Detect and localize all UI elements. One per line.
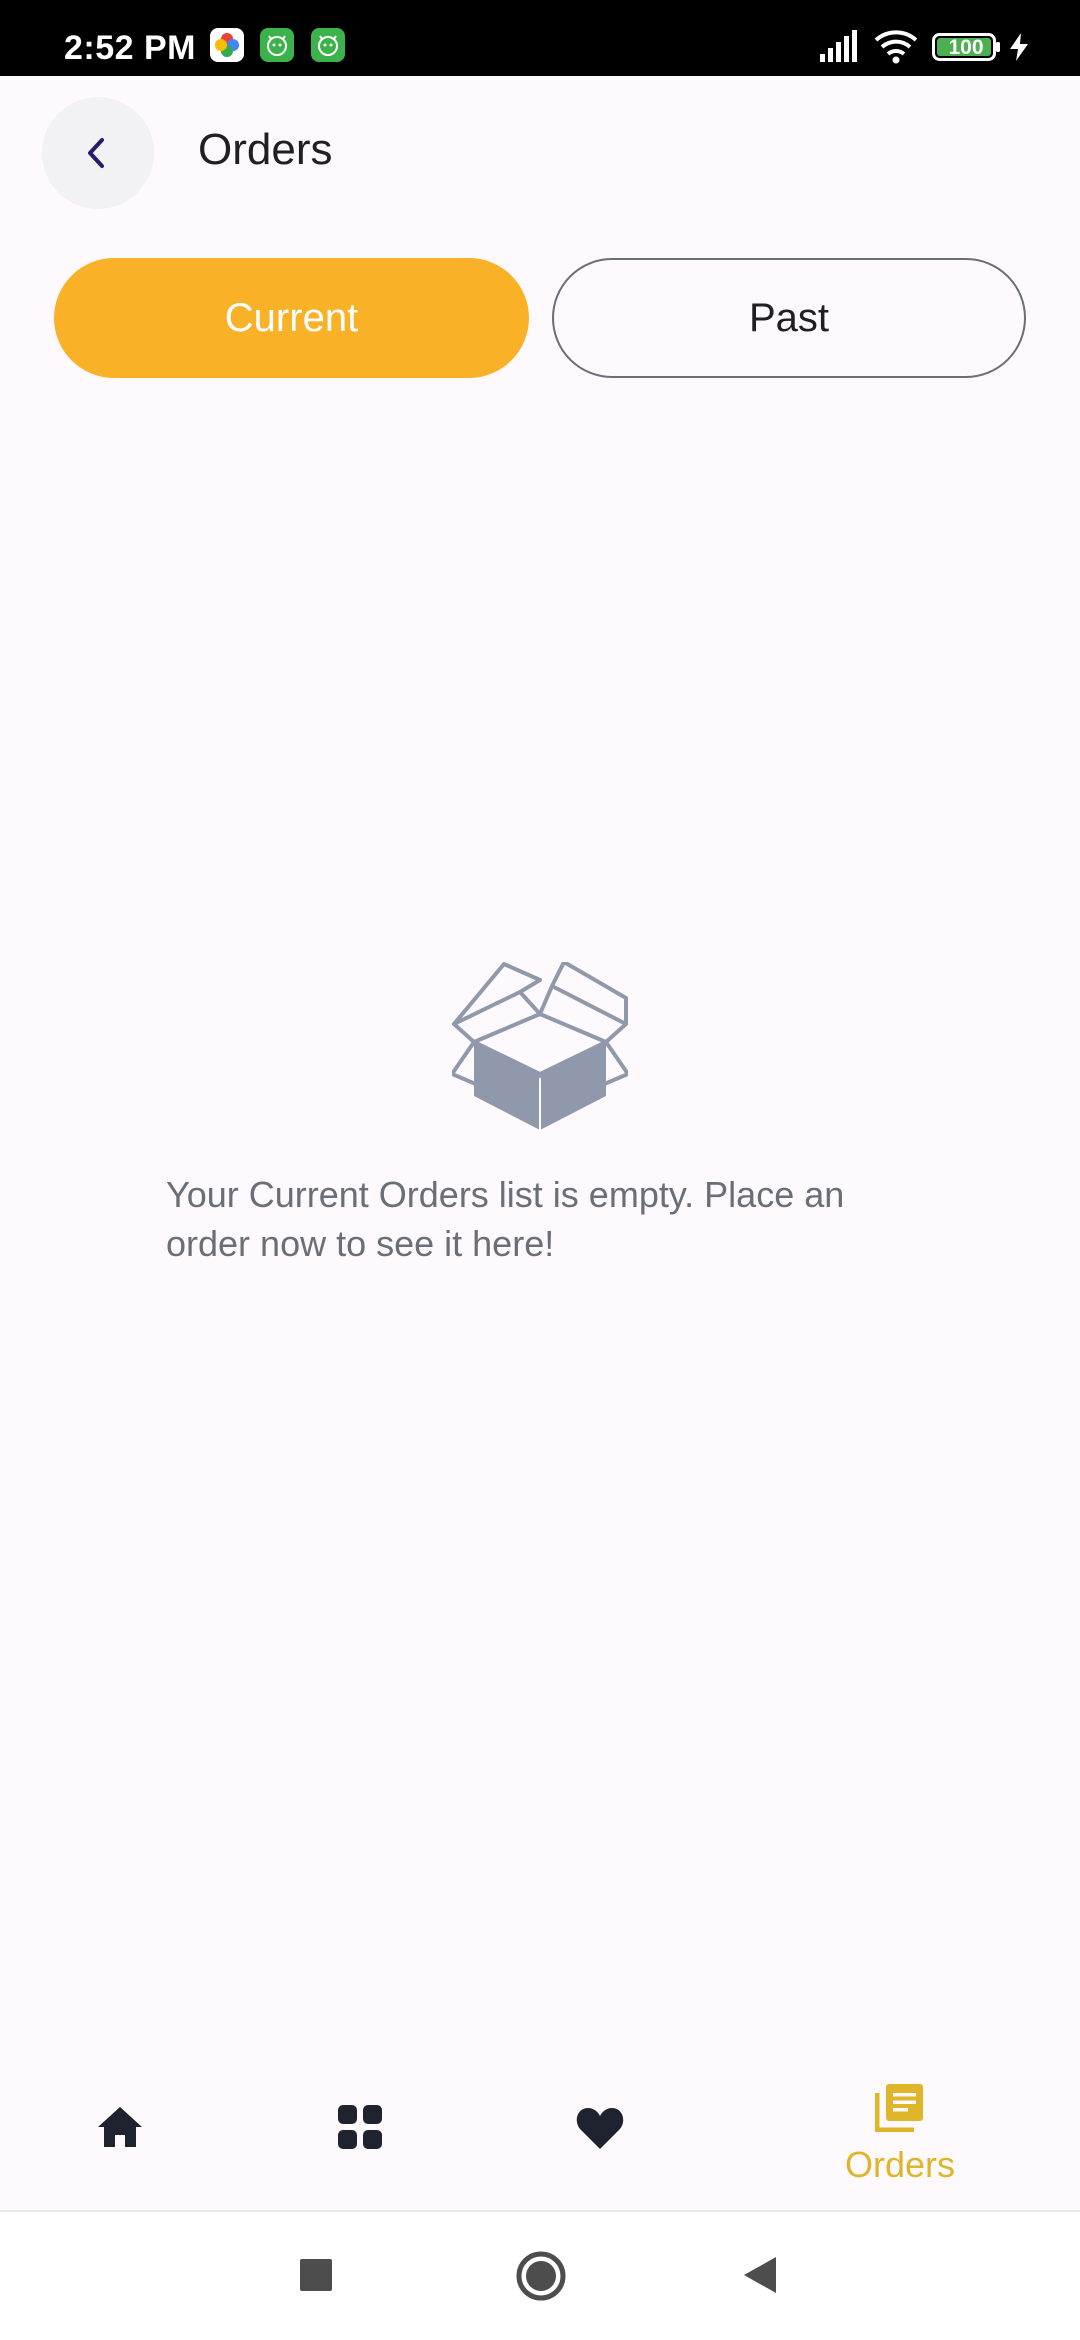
nav-orders-label: Orders xyxy=(844,2144,956,2185)
status-bar: 2:52 PM 100 xyxy=(0,0,1080,76)
home-circle-icon[interactable] xyxy=(515,2250,567,2302)
nav-home[interactable] xyxy=(80,2060,160,2210)
orders-icon xyxy=(875,2084,923,2132)
nav-favorites[interactable] xyxy=(560,2060,640,2210)
android-app-icon xyxy=(260,28,294,62)
nav-orders[interactable]: Orders xyxy=(820,2060,980,2210)
signal-icon xyxy=(820,30,857,62)
wifi-icon xyxy=(874,30,918,64)
heart-icon xyxy=(576,2108,624,2149)
recents-icon[interactable] xyxy=(300,2259,332,2291)
grid-icon xyxy=(338,2105,382,2149)
tab-current[interactable]: Current xyxy=(54,258,529,378)
open-box-icon xyxy=(452,962,628,1130)
bottom-nav: Orders xyxy=(0,2060,1080,2212)
chevron-left-icon xyxy=(88,138,104,168)
google-photos-icon xyxy=(210,28,244,62)
android-app-icon xyxy=(311,28,345,62)
tab-past[interactable]: Past xyxy=(552,258,1026,378)
nav-categories[interactable] xyxy=(320,2060,400,2210)
charging-icon xyxy=(1010,33,1028,61)
back-triangle-icon[interactable] xyxy=(742,2255,778,2295)
orders-screen: 2:52 PM 100 Orders Current Past Your Cur… xyxy=(0,0,1080,2340)
battery-level: 100 xyxy=(948,36,984,59)
empty-state-message: Your Current Orders list is empty. Place… xyxy=(166,1174,845,1264)
page-title: Orders xyxy=(198,125,333,174)
system-nav-bar xyxy=(0,2212,1080,2340)
home-icon xyxy=(98,2107,142,2147)
status-time: 2:52 PM xyxy=(64,29,196,67)
back-button[interactable] xyxy=(42,97,154,209)
